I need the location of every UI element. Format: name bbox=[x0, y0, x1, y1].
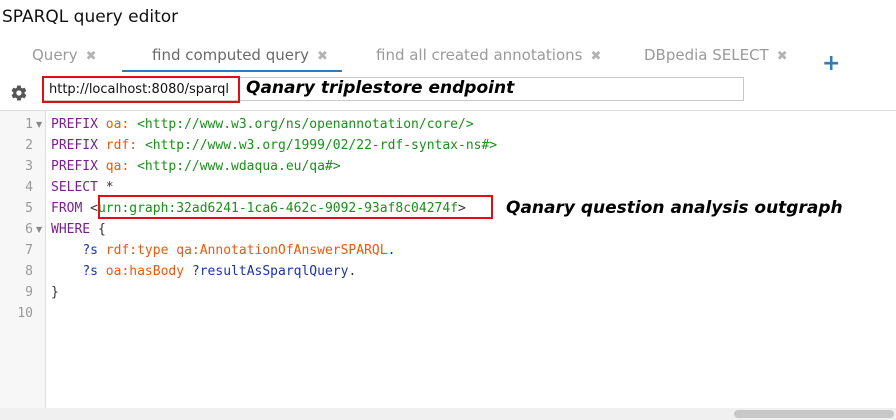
close-icon[interactable]: ✖ bbox=[590, 49, 601, 64]
object: qa:AnnotationOfAnswerSPARQL bbox=[176, 243, 388, 258]
keyword: PREFIX bbox=[51, 159, 98, 174]
fold-toggle-icon[interactable]: ▼ bbox=[36, 219, 42, 240]
line-number: 4 bbox=[25, 180, 33, 195]
tab-bar: Query ✖ find computed query ✖ find all cre… bbox=[0, 40, 896, 72]
add-tab-button[interactable]: + bbox=[822, 52, 840, 76]
select-all: * bbox=[105, 180, 114, 195]
tab-dbpedia-select[interactable]: DBpedia SELECT ✖ bbox=[644, 40, 788, 70]
line-number: 8 bbox=[25, 264, 33, 279]
code-line-6: WHERE { bbox=[51, 219, 106, 240]
iri: <http://www.wdaqua.eu/qa#> bbox=[137, 159, 341, 174]
line-number: 2 bbox=[25, 138, 33, 153]
code-line-5: FROM <urn:graph:32ad6241-1ca6-462c-9092-… bbox=[51, 198, 466, 219]
variable: ?s bbox=[82, 264, 98, 279]
line-number: 6 bbox=[25, 222, 33, 237]
tab-find-all-created-annotations[interactable]: find all created annotations ✖ bbox=[376, 40, 601, 70]
tab-label: DBpedia SELECT bbox=[644, 46, 769, 64]
prefix-name: rdf: bbox=[105, 138, 138, 153]
line-number: 9 bbox=[25, 285, 33, 300]
scrollbar-thumb[interactable] bbox=[734, 410, 894, 418]
line-number: 7 bbox=[25, 243, 33, 258]
line-number: 1 bbox=[25, 117, 33, 132]
fold-toggle-icon[interactable]: ▼ bbox=[36, 114, 42, 135]
statement-end: . bbox=[387, 243, 396, 258]
code-line-9: } bbox=[51, 282, 59, 303]
line-number-gutter: 1 2 3 4 5 6 7 8 9 10 ▼ ▼ bbox=[0, 111, 46, 411]
outgraph-annotation: Qanary question analysis outgraph bbox=[506, 198, 843, 218]
code-line-8: ?s oa:hasBody ?resultAsSparqlQuery. bbox=[51, 261, 356, 282]
predicate: rdf:type bbox=[105, 243, 169, 258]
brace-close: } bbox=[51, 285, 59, 300]
graph-iri: urn:graph:32ad6241-1ca6-462c-9092-93af8c… bbox=[97, 201, 458, 216]
active-tab-indicator bbox=[122, 70, 342, 72]
code-line-4: SELECT * bbox=[51, 177, 114, 198]
keyword: PREFIX bbox=[51, 117, 98, 132]
iri: <http://www.w3.org/ns/openannotation/cor… bbox=[137, 117, 474, 132]
close-icon[interactable]: ✖ bbox=[317, 49, 328, 64]
tab-label: Query bbox=[32, 46, 78, 64]
prefix-name: qa: bbox=[105, 159, 130, 174]
iri: <http://www.w3.org/1999/02/22-rdf-syntax… bbox=[144, 138, 498, 153]
code-line-7: ?s rdf:type qa:AnnotationOfAnswerSPARQL. bbox=[51, 240, 395, 261]
keyword: WHERE bbox=[51, 222, 91, 237]
predicate: oa:hasBody bbox=[105, 264, 185, 279]
tab-query[interactable]: Query ✖ bbox=[32, 40, 97, 70]
statement-end: . bbox=[348, 264, 357, 279]
object-variable: ?resultAsSparqlQuery bbox=[191, 264, 349, 279]
line-number: 5 bbox=[25, 201, 33, 216]
code-editor[interactable]: 1 2 3 4 5 6 7 8 9 10 ▼ ▼ PREFIX oa: <htt… bbox=[0, 110, 896, 411]
iri-close: > bbox=[458, 201, 466, 216]
close-icon[interactable]: ✖ bbox=[86, 49, 97, 64]
keyword: SELECT bbox=[51, 180, 98, 195]
line-number: 10 bbox=[17, 306, 33, 321]
brace-open: { bbox=[97, 222, 106, 237]
keyword: FROM bbox=[51, 201, 83, 216]
tab-find-computed-query[interactable]: find computed query ✖ bbox=[152, 40, 328, 70]
keyword: PREFIX bbox=[51, 138, 98, 153]
endpoint-input[interactable] bbox=[44, 78, 243, 100]
tab-label: find all created annotations bbox=[376, 46, 583, 64]
iri-open: < bbox=[90, 201, 98, 216]
variable: ?s bbox=[82, 243, 98, 258]
tab-label: find computed query bbox=[152, 46, 310, 64]
endpoint-annotation: Qanary triplestore endpoint bbox=[246, 78, 515, 98]
line-number: 3 bbox=[25, 159, 33, 174]
code-line-3: PREFIX qa: <http://www.wdaqua.eu/qa#> bbox=[51, 156, 341, 177]
close-icon[interactable]: ✖ bbox=[777, 49, 788, 64]
code-line-1: PREFIX oa: <http://www.w3.org/ns/openann… bbox=[51, 114, 474, 135]
prefix-name: oa: bbox=[105, 117, 130, 132]
code-line-2: PREFIX rdf: <http://www.w3.org/1999/02/2… bbox=[51, 135, 497, 156]
gear-icon[interactable] bbox=[10, 84, 28, 102]
app-title: SPARQL query editor bbox=[2, 7, 179, 27]
